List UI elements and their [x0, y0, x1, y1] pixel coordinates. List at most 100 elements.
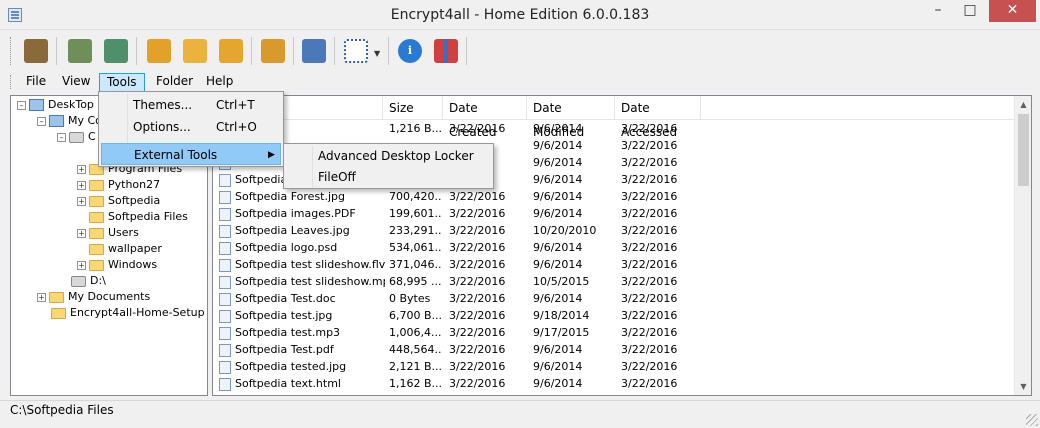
toolbar-separator	[388, 37, 389, 65]
file-icon	[219, 293, 231, 306]
menu-tools[interactable]: Tools	[99, 73, 145, 92]
table-row[interactable]: Softpedia test.mp3 1,006,4... 3/22/2016 9/1…	[213, 325, 1013, 341]
menu-help[interactable]: Help	[199, 73, 240, 92]
keys-icon[interactable]	[20, 35, 52, 67]
column-date-accessed[interactable]: Date Accessed	[615, 96, 701, 139]
table-row[interactable]: Softpedia test.jpg 6,700 B... 3/22/2016 9/1…	[213, 308, 1013, 324]
cell-date-accessed: 3/22/2016	[621, 292, 678, 305]
cell-size: 2,121 B...	[389, 360, 441, 373]
tree-item-my-computer[interactable]: – My Co	[37, 113, 102, 129]
table-row[interactable]: Softpedia test slideshow.flv 371,046... 3/…	[213, 257, 1013, 273]
info-icon[interactable]: i	[394, 35, 426, 67]
expand-icon[interactable]: +	[77, 196, 86, 206]
table-row[interactable]: Softpedia Test.pdf 448,564... 3/22/2016 9/6…	[213, 342, 1013, 358]
scroll-down-icon[interactable]: ▼	[1015, 378, 1031, 395]
status-path: C:\Softpedia Files	[10, 403, 114, 417]
table-row[interactable]: Softpedia test slideshow.mp3 68,995 ... 3/…	[213, 274, 1013, 290]
column-date-created[interactable]: Date Created	[443, 96, 527, 139]
cell-date-created: 3/22/2016	[449, 377, 506, 390]
tree-item-softpedia[interactable]: + Softpedia	[77, 193, 160, 209]
scroll-up-icon[interactable]: ▲	[1015, 96, 1031, 113]
folder-lock-icon[interactable]	[143, 35, 175, 67]
cell-date-modified: 9/6/2014	[533, 258, 583, 271]
cell-date-modified: 9/6/2014	[533, 156, 583, 169]
tree-item-label: C	[88, 130, 96, 143]
cell-date-modified: 9/6/2014	[533, 377, 583, 390]
cell-date-accessed: 3/22/2016	[621, 173, 678, 186]
encrypt-drive-icon[interactable]	[64, 35, 96, 67]
table-row[interactable]: Softpedia Test.doc 0 Bytes 3/22/2016 9/6/20…	[213, 291, 1013, 307]
collapse-icon[interactable]: –	[17, 100, 26, 110]
column-date-modified[interactable]: Date Modified	[527, 96, 615, 139]
tree-item-softpedia-files[interactable]: Softpedia Files	[89, 209, 188, 225]
tree-item-d-drive[interactable]: D:\	[71, 273, 106, 289]
tree-item-label: My Co	[68, 114, 102, 127]
folder-icon	[89, 195, 104, 207]
toolbar-grip[interactable]	[10, 37, 13, 65]
tree-item-python27[interactable]: + Python27	[77, 177, 160, 193]
edit-pencil-icon[interactable]	[257, 35, 289, 67]
tools-icon[interactable]	[298, 35, 330, 67]
collapse-icon[interactable]: –	[57, 132, 66, 142]
cell-date-accessed: 3/22/2016	[621, 139, 678, 152]
folder-icon	[89, 259, 104, 271]
tree-item-users[interactable]: + Users	[77, 225, 139, 241]
tree-item-wallpaper[interactable]: wallpaper	[89, 241, 162, 257]
minimize-button[interactable]: –	[923, 0, 953, 22]
tree-item-my-documents[interactable]: + My Documents	[37, 289, 150, 305]
cell-size: 68,995 ...	[389, 275, 441, 288]
resize-grip[interactable]	[1026, 414, 1038, 426]
table-row[interactable]: Softpedia images.PDF 199,601... 3/22/2016 9…	[213, 206, 1013, 222]
table-row[interactable]: Softpedia Leaves.jpg 233,291... 3/22/2016 1…	[213, 223, 1013, 239]
folder-unlock-icon[interactable]	[179, 35, 211, 67]
cell-date-modified: 9/6/2014	[533, 190, 583, 203]
cell-size: 371,046...	[389, 258, 441, 271]
expand-icon[interactable]: +	[77, 260, 86, 270]
menu-item-fileoff[interactable]: FileOff	[286, 167, 491, 188]
menu-item-external-tools[interactable]: External Tools ▶	[101, 143, 281, 165]
file-icon	[219, 191, 231, 204]
cell-date-created: 3/22/2016	[449, 241, 506, 254]
menu-folder[interactable]: Folder	[149, 73, 200, 92]
cell-name: Softpedia images.PDF	[235, 207, 356, 220]
maximize-button[interactable]: □	[955, 0, 985, 22]
menu-item-themes[interactable]: Themes... Ctrl+T	[101, 94, 281, 116]
close-button[interactable]: ✕	[989, 0, 1036, 22]
tree-item-windows[interactable]: + Windows	[77, 257, 157, 273]
table-row[interactable]: Softpedia text.html 1,162 B... 3/22/2016 9/…	[213, 376, 1013, 392]
collapse-icon[interactable]: –	[37, 116, 46, 126]
cell-date-created: 3/22/2016	[449, 309, 506, 322]
table-row[interactable]: Softpedia tested.jpg 2,121 B... 3/22/2016 9…	[213, 359, 1013, 375]
file-list[interactable]: Size Date Created Date Modified Date Acc…	[212, 95, 1032, 396]
expand-icon[interactable]: +	[77, 228, 86, 238]
menu-item-options[interactable]: Options... Ctrl+O	[101, 116, 281, 138]
column-size[interactable]: Size	[383, 96, 443, 120]
cell-date-accessed: 3/22/2016	[621, 241, 678, 254]
tree-item-setup[interactable]: Encrypt4all-Home-Setup	[51, 305, 205, 321]
drive-icon	[71, 275, 86, 287]
menu-item-advanced-desktop-locker[interactable]: Advanced Desktop Locker	[286, 146, 491, 167]
cell-date-modified: 9/6/2014	[533, 173, 583, 186]
cell-size: 0 Bytes	[389, 292, 431, 305]
file-icon	[219, 344, 231, 357]
expand-icon[interactable]: +	[37, 292, 46, 302]
cell-name: Softpedia Test.doc	[235, 292, 336, 305]
tree-item-c-drive[interactable]: – C	[57, 129, 96, 145]
expand-icon[interactable]: +	[77, 180, 86, 190]
vertical-scrollbar[interactable]: ▲ ▼	[1014, 96, 1031, 395]
table-row[interactable]: Softpedia Forest.jpg 700,420... 3/22/2016 9…	[213, 189, 1013, 205]
chevron-down-icon[interactable]: ▼	[372, 35, 386, 67]
table-row[interactable]: Softpedia logo.psd 534,061... 3/22/2016 9/6…	[213, 240, 1013, 256]
menu-file[interactable]: File	[19, 73, 53, 92]
menubar-grip[interactable]	[10, 75, 13, 89]
expand-icon[interactable]: +	[77, 164, 86, 174]
menu-view[interactable]: View	[55, 73, 97, 92]
tree-item-desktop[interactable]: – DeskTop	[17, 97, 94, 113]
decrypt-drive-icon[interactable]	[100, 35, 132, 67]
view-grid-icon[interactable]	[340, 35, 372, 67]
gift-icon[interactable]	[430, 35, 462, 67]
scroll-thumb[interactable]	[1018, 114, 1029, 186]
table-row[interactable]: 1.jpg1,216 B...3/22/20169/6/20143/22/201…	[213, 121, 1013, 137]
folder-settings-icon[interactable]	[215, 35, 247, 67]
tree-item-label: Users	[108, 226, 139, 239]
